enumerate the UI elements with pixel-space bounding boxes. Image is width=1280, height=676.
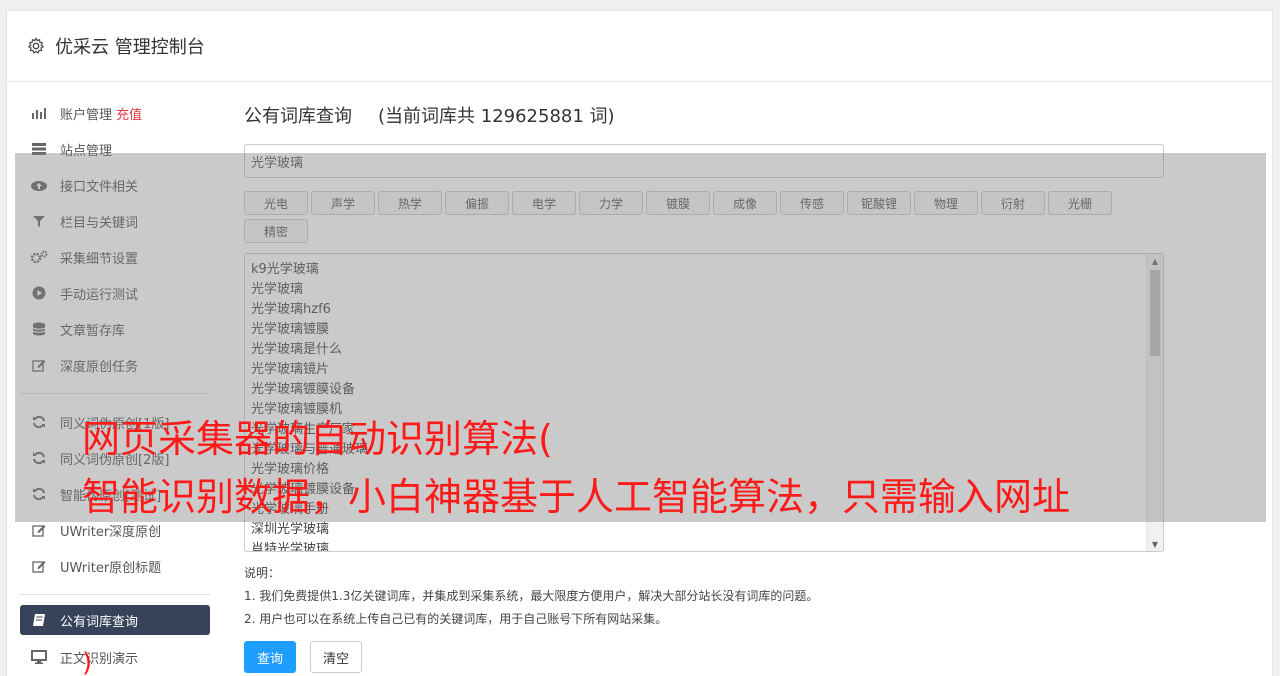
dictionary-count: (当前词库共 129625881 词): [378, 106, 615, 127]
sidebar-item-text-recognition[interactable]: 正文识别演示: [20, 639, 210, 675]
monitor-icon: [30, 648, 48, 666]
gear-icon: [27, 37, 45, 54]
sidebar-item-uwriter-title[interactable]: UWriter原创标题: [20, 548, 210, 584]
overlay-headline-line1: 网页采集器的自动识别算法(: [82, 417, 553, 461]
book-icon: [30, 611, 48, 629]
query-button[interactable]: 查询: [244, 641, 297, 673]
console-title: 优采云 管理控制台: [55, 37, 205, 58]
sidebar-divider: [20, 594, 210, 595]
note-line: 1. 我们免费提供1.3亿关键词库，并集成到采集系统，最大限度方便用户，解决大部…: [244, 589, 819, 603]
watermark-overlay: [15, 153, 1266, 522]
sidebar-item-public-dict[interactable]: 公有词库查询: [20, 605, 210, 635]
clear-button[interactable]: 清空: [310, 641, 363, 673]
page-title: 公有词库查询 (当前词库共 129625881 词): [244, 100, 1164, 130]
list-item[interactable]: 深圳光学玻璃: [251, 520, 1157, 540]
scroll-down-arrow-icon[interactable]: ▼: [1147, 537, 1163, 551]
page-title-text: 公有词库查询: [244, 106, 352, 127]
notes: 说明： 1. 我们免费提供1.3亿关键词库，并集成到采集系统，最大限度方便用户，…: [244, 562, 1164, 631]
header: 优采云 管理控制台: [7, 11, 1272, 82]
edit-icon: [30, 521, 48, 539]
overlay-headline-line2: 智能识别数据，小白神器基于人工智能算法，只需输入网址: [82, 475, 1071, 519]
list-item[interactable]: 肖特光学玻璃: [251, 540, 1157, 551]
bar-chart-icon: [30, 104, 48, 122]
sidebar-item-label: 公有词库查询: [60, 614, 139, 630]
notes-title: 说明：: [244, 566, 281, 580]
edit-icon: [30, 557, 48, 575]
sidebar-item-label: UWriter原创标题: [60, 560, 162, 576]
note-line: 2. 用户也可以在系统上传自己已有的关键词库，用于自己账号下所有网站采集。: [244, 612, 668, 626]
sidebar-item-account[interactable]: 账户管理 充值: [20, 95, 210, 131]
sidebar-item-label: 账户管理: [60, 107, 113, 123]
overlay-paren: ): [82, 648, 93, 676]
action-buttons: 查询 清空: [244, 641, 1164, 673]
sidebar-item-label: UWriter深度原创: [60, 524, 162, 540]
sidebar-item-label: 正文识别演示: [60, 651, 139, 667]
recharge-link[interactable]: 充值: [116, 104, 142, 123]
